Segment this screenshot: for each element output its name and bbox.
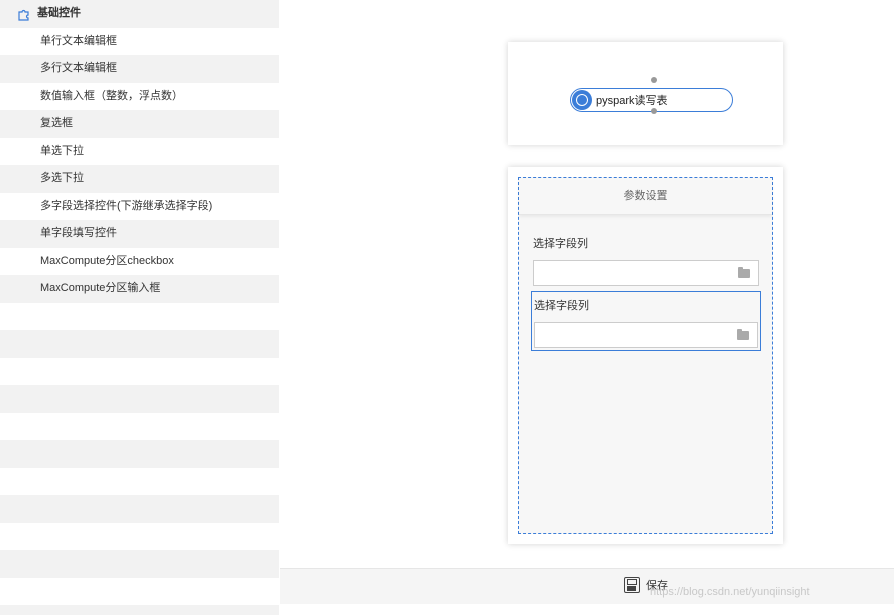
folder-icon[interactable] <box>738 267 750 278</box>
control-palette-sidebar: 基础控件 单行文本编辑框 多行文本编辑框 数值输入框（整数，浮点数） 复选框 单… <box>0 0 279 615</box>
palette-item-maxcompute-partition-checkbox[interactable]: MaxCompute分区checkbox <box>0 247 279 275</box>
field-column-select-1: 选择字段列 <box>533 236 759 286</box>
output-port[interactable] <box>651 108 657 114</box>
empty-row <box>0 302 279 330</box>
field-column-select-2[interactable]: 选择字段列 <box>531 291 761 351</box>
watermark: https://blog.csdn.net/yunqiinsight <box>650 586 810 598</box>
palette-item-single-field-input[interactable]: 单字段填写控件 <box>0 220 279 248</box>
param-settings-card: 参数设置 选择字段列 选择字段列 <box>508 167 783 544</box>
palette-item-number-input[interactable]: 数值输入框（整数，浮点数） <box>0 82 279 110</box>
empty-row <box>0 577 279 605</box>
puzzle-icon <box>18 9 29 21</box>
palette-item-multi-line-text[interactable]: 多行文本编辑框 <box>0 55 279 83</box>
empty-row <box>0 440 279 468</box>
param-drop-zone[interactable]: 参数设置 选择字段列 选择字段列 <box>518 177 773 534</box>
group-label: 基础控件 <box>37 7 81 19</box>
empty-row <box>0 522 279 550</box>
empty-row <box>0 550 279 578</box>
floppy-disk-icon <box>624 577 640 593</box>
column-select-input[interactable] <box>534 322 758 348</box>
empty-row <box>0 357 279 385</box>
palette-item-single-select[interactable]: 单选下拉 <box>0 137 279 165</box>
empty-row <box>0 330 279 358</box>
palette-item-checkbox[interactable]: 复选框 <box>0 110 279 138</box>
node-circle-icon <box>572 90 592 110</box>
field-label: 选择字段列 <box>534 300 589 312</box>
group-basic-controls[interactable]: 基础控件 <box>0 0 279 28</box>
palette-item-multi-field-select[interactable]: 多字段选择控件(下游继承选择字段) <box>0 192 279 220</box>
param-settings-header: 参数设置 <box>519 178 772 215</box>
input-port[interactable] <box>651 77 657 83</box>
empty-row <box>0 467 279 495</box>
empty-row <box>0 605 279 615</box>
empty-row <box>0 495 279 523</box>
palette-item-multi-select[interactable]: 多选下拉 <box>0 165 279 193</box>
palette-item-maxcompute-partition-input[interactable]: MaxCompute分区输入框 <box>0 275 279 303</box>
field-label: 选择字段列 <box>533 238 588 250</box>
node-preview-card: pyspark读写表 <box>508 42 783 145</box>
node-label: pyspark读写表 <box>596 95 668 107</box>
empty-row <box>0 412 279 440</box>
column-select-input[interactable] <box>533 260 759 286</box>
folder-icon[interactable] <box>737 329 749 340</box>
node-preview-canvas: pyspark读写表 <box>518 51 773 134</box>
palette-item-single-line-text[interactable]: 单行文本编辑框 <box>0 27 279 55</box>
empty-row <box>0 385 279 413</box>
